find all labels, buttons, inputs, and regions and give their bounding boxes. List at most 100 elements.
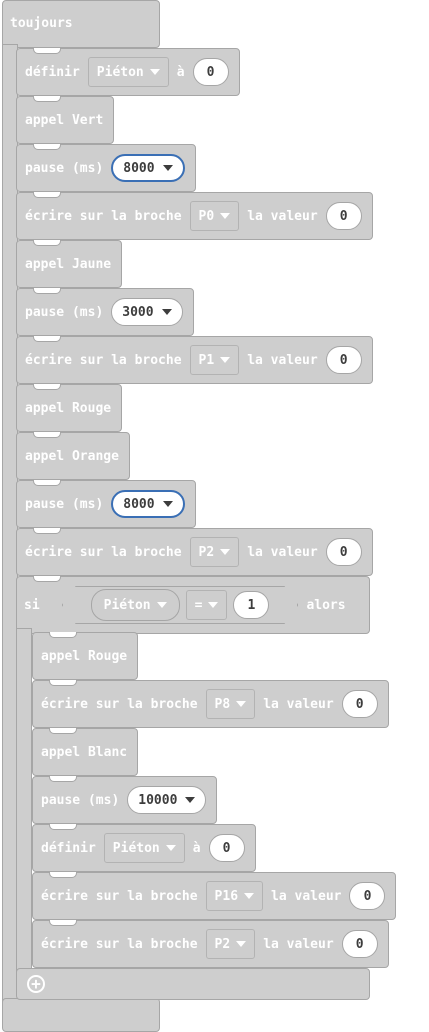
block-text: la valeur (271, 888, 342, 904)
triangle-down-icon (162, 501, 173, 507)
block-row: écrire sur la broche P0 la valeur 0 (17, 193, 372, 239)
dropdown-field[interactable]: P0 (189, 201, 240, 231)
block-text: écrire sur la broche (25, 352, 182, 368)
block-row: définir Piéton à 0 (17, 49, 239, 95)
dropdown-field[interactable]: Piéton (103, 833, 185, 863)
statement-block[interactable]: pause (ms) 10000 (32, 776, 217, 824)
block-row: pause (ms) 3000 (17, 289, 193, 335)
block-text: à (192, 840, 201, 856)
dropdown-field[interactable]: P2 (189, 537, 240, 567)
number-dropdown[interactable]: 10000 (127, 786, 207, 814)
block-text: à (176, 64, 185, 80)
statement-block[interactable]: écrire sur la broche P1 la valeur 0 (16, 336, 373, 384)
block-text: définir (41, 840, 96, 856)
number-input[interactable]: 0 (325, 202, 362, 230)
block-row: écrire sur la broche P8 la valeur 0 (33, 681, 388, 727)
block-text: la valeur (247, 544, 318, 560)
condition-variable-dropdown[interactable]: Piéton (91, 589, 180, 621)
block-text: écrire sur la broche (41, 888, 198, 904)
triangle-down-icon (165, 845, 176, 851)
condition-value-input[interactable]: 1 (233, 591, 269, 619)
number-input[interactable]: 0 (208, 834, 245, 862)
statement-block[interactable]: appel Orange (16, 432, 130, 480)
operator-text: = (194, 597, 203, 613)
number-input[interactable]: 0 (341, 930, 378, 958)
statement-block[interactable]: définir Piéton à 0 (16, 48, 240, 96)
triangle-down-icon (220, 213, 231, 219)
statement-block[interactable]: écrire sur la broche P2 la valeur 0 (32, 920, 389, 968)
statement-block[interactable]: pause (ms) 3000 (16, 288, 194, 336)
number-input[interactable]: 0 (325, 346, 362, 374)
dropdown-field[interactable]: P1 (189, 345, 240, 375)
block-row: appel Rouge (33, 633, 137, 679)
block-row: appel Orange (17, 433, 129, 479)
block-row: appel Jaune (17, 241, 121, 287)
statement-block[interactable]: écrire sur la broche P8 la valeur 0 (32, 680, 389, 728)
block-row: pause (ms) 8000 (17, 481, 195, 527)
block-text: pause (ms) (41, 792, 120, 808)
block-text: appel Orange (25, 448, 119, 464)
operator-dropdown[interactable]: = (186, 590, 228, 620)
number-input[interactable]: 0 (349, 882, 386, 910)
dropdown-value: P16 (214, 888, 239, 904)
number-dropdown[interactable]: 3000 (111, 298, 183, 326)
statement-block[interactable]: appel Jaune (16, 240, 122, 288)
if-row: si Piéton = 1 alors (16, 581, 378, 629)
block-text: la valeur (247, 352, 318, 368)
dropdown-field[interactable]: P2 (205, 929, 256, 959)
forever-bottom (2, 998, 160, 1032)
plus-circle-icon[interactable]: + (27, 975, 45, 993)
dropdown-value: P8 (214, 696, 231, 712)
block-row: définir Piéton à 0 (33, 825, 255, 871)
block-text: pause (ms) (25, 304, 104, 320)
block-text: la valeur (247, 208, 318, 224)
block-row: pause (ms) 8000 (17, 145, 195, 191)
forever-label: toujours (10, 16, 73, 31)
block-text: appel Blanc (41, 744, 128, 760)
block-text: écrire sur la broche (25, 208, 182, 224)
statement-block[interactable]: définir Piéton à 0 (32, 824, 256, 872)
block-text: appel Rouge (41, 648, 128, 664)
dropdown-value: P1 (198, 352, 215, 368)
block-row: appel Rouge (17, 385, 121, 431)
dropdown-field[interactable]: P8 (205, 689, 256, 719)
statement-block[interactable]: appel Rouge (16, 384, 122, 432)
dropdown-value: P2 (214, 936, 231, 952)
triangle-down-icon (236, 701, 247, 707)
number-dropdown-value: 8000 (123, 496, 155, 512)
block-row: écrire sur la broche P2 la valeur 0 (17, 529, 372, 575)
number-dropdown-value: 10000 (138, 792, 178, 808)
si-label: si (24, 597, 40, 613)
number-dropdown-value: 3000 (122, 304, 154, 320)
block-text: la valeur (263, 696, 334, 712)
block-text: écrire sur la broche (25, 544, 182, 560)
block-row: écrire sur la broche P2 la valeur 0 (33, 921, 388, 967)
block-row: écrire sur la broche P1 la valeur 0 (17, 337, 372, 383)
dropdown-value: P2 (198, 544, 215, 560)
statement-block[interactable]: écrire sur la broche P2 la valeur 0 (16, 528, 373, 576)
block-text: définir (25, 64, 80, 80)
number-dropdown[interactable]: 8000 (111, 490, 185, 518)
statement-block[interactable]: écrire sur la broche P16 la valeur 0 (32, 872, 396, 920)
statement-block[interactable]: appel Rouge (32, 632, 138, 680)
triangle-down-icon (220, 549, 231, 555)
number-input[interactable]: 0 (325, 538, 362, 566)
statement-block[interactable]: pause (ms) 8000 (16, 144, 196, 192)
statement-block[interactable]: pause (ms) 8000 (16, 480, 196, 528)
block-text: écrire sur la broche (41, 936, 198, 952)
number-input[interactable]: 0 (192, 58, 229, 86)
condition-compare[interactable]: Piéton = 1 (62, 586, 299, 624)
triangle-down-icon (244, 893, 255, 899)
statement-block[interactable]: écrire sur la broche P0 la valeur 0 (16, 192, 373, 240)
statement-block[interactable]: appel Blanc (32, 728, 138, 776)
block-text: écrire sur la broche (41, 696, 198, 712)
dropdown-field[interactable]: Piéton (87, 57, 169, 87)
number-dropdown[interactable]: 8000 (111, 154, 185, 182)
condition-variable-text: Piéton (103, 597, 151, 613)
dropdown-field[interactable]: P16 (205, 881, 264, 911)
if-spine (16, 628, 32, 978)
statement-block[interactable]: appel Vert (16, 96, 114, 144)
block-text: pause (ms) (25, 496, 104, 512)
triangle-down-icon (161, 309, 172, 315)
number-input[interactable]: 0 (341, 690, 378, 718)
